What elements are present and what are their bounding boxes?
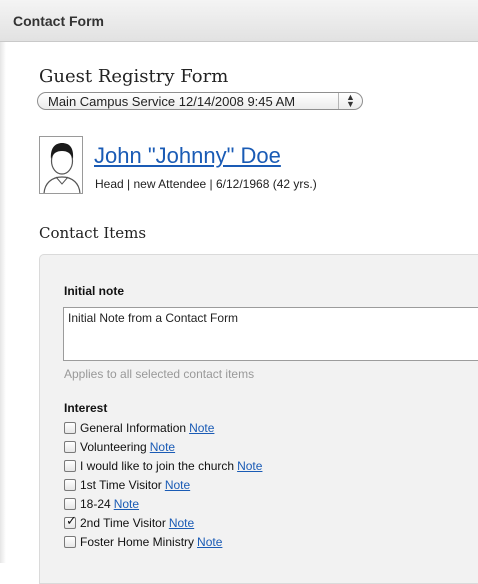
interest-label-text: I would like to join the church [80,458,235,473]
note-link[interactable]: Note [189,421,214,435]
person-details: Head | new Attendee | 6/12/1968 (42 yrs.… [95,177,317,191]
note-link[interactable]: Note [169,516,194,530]
interest-label: Interest [64,401,108,415]
note-link[interactable]: Note [197,535,222,549]
interest-checkbox[interactable] [64,535,76,548]
interest-label-text: 18-24 [80,496,111,511]
note-link[interactable]: Note [150,440,175,454]
interest-checkbox[interactable] [64,459,76,472]
service-select-value: Main Campus Service 12/14/2008 9:45 AM [48,94,296,109]
interest-checkbox[interactable] [64,497,76,510]
page-edge-shadow [0,0,6,563]
note-link[interactable]: Note [114,497,139,511]
avatar [39,136,83,194]
interest-checkbox[interactable] [64,478,76,491]
interest-item: I would like to join the church Note [64,456,262,475]
interest-label-text: 1st Time Visitor [80,477,162,492]
note-link[interactable]: Note [165,478,190,492]
initial-note-hint: Applies to all selected contact items [64,367,255,381]
interest-checkbox[interactable] [64,421,76,434]
interest-list: General Information Note Volunteering No… [64,418,262,551]
interest-checkbox[interactable]: ✓ [64,512,77,529]
interest-item: 18-24 Note [64,494,262,513]
form-title: Guest Registry Form [39,66,229,87]
interest-item: Volunteering Note [64,437,262,456]
contact-items-title: Contact Items [39,224,147,242]
contact-form-header: Contact Form [0,0,478,42]
interest-label-text: Volunteering [80,439,147,454]
header-title: Contact Form [13,13,104,29]
interest-checkbox[interactable] [64,440,76,453]
interest-item: General Information Note [64,418,262,437]
interest-item: 1st Time Visitor Note [64,475,262,494]
up-down-arrows-icon: ▲ ▼ [338,93,362,109]
person-name-link[interactable]: John "Johnny" Doe [94,143,281,169]
person-silhouette-icon [40,137,82,193]
interest-label-text: Foster Home Ministry [80,534,195,549]
interest-item: ✓ 2nd Time Visitor Note [64,513,262,532]
initial-note-label: Initial note [64,284,124,298]
interest-label-text: General Information [80,420,187,435]
initial-note-textarea[interactable]: Initial Note from a Contact Form [63,307,478,361]
checkmark-icon: ✓ [66,512,77,528]
interest-label-text: 2nd Time Visitor [80,515,166,530]
service-select[interactable]: Main Campus Service 12/14/2008 9:45 AM ▲… [37,92,363,110]
note-link[interactable]: Note [237,459,262,473]
interest-item: Foster Home Ministry Note [64,532,262,551]
